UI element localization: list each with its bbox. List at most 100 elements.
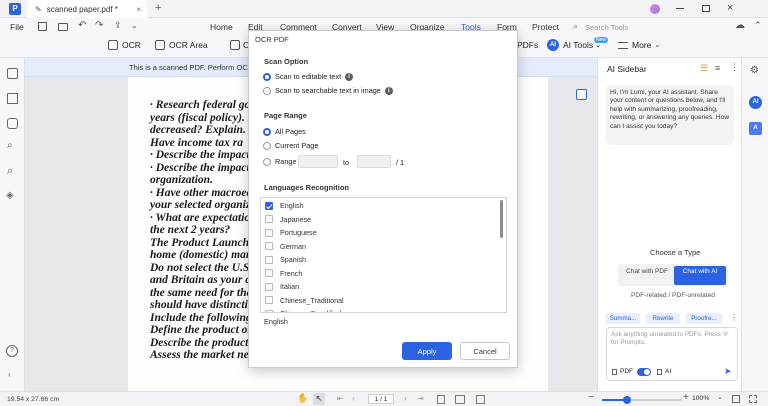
next-page-icon[interactable]: › xyxy=(404,394,407,403)
menu-home[interactable]: Home xyxy=(210,22,233,32)
zoom-in-icon[interactable]: + xyxy=(683,392,689,403)
language-item[interactable]: Japanese xyxy=(265,213,344,227)
close-window-icon[interactable]: × xyxy=(727,2,733,14)
language-checkbox[interactable] xyxy=(265,309,273,312)
menu-protect[interactable]: Protect xyxy=(532,22,559,32)
first-page-icon[interactable]: ⇤ xyxy=(337,394,344,403)
current-page-radio[interactable]: Current Page xyxy=(263,141,318,150)
pdf-ai-toggle[interactable] xyxy=(637,368,651,376)
language-checkbox[interactable] xyxy=(265,282,273,291)
info-icon[interactable]: i xyxy=(345,72,354,81)
cancel-button[interactable]: Cancel xyxy=(460,342,510,360)
search-icon[interactable]: ⌕ xyxy=(7,165,13,178)
sidebar-settings-icon[interactable]: ⋮ xyxy=(730,62,739,73)
send-icon[interactable]: ➤ xyxy=(724,366,732,377)
prompt-chip-proofread[interactable]: Proofre... xyxy=(686,313,722,324)
bookmark-icon[interactable] xyxy=(7,93,18,104)
search-tools-input[interactable]: Search Tools xyxy=(585,23,628,32)
fit-width-icon[interactable] xyxy=(732,395,740,403)
language-checkbox[interactable] xyxy=(265,269,273,278)
language-checkbox[interactable] xyxy=(265,228,273,237)
new-tab-icon[interactable]: + xyxy=(155,2,161,14)
ai-tools-icon: AI xyxy=(547,39,559,51)
more-button[interactable]: More ⌄ xyxy=(618,40,660,50)
page-layout-icon[interactable] xyxy=(476,395,485,404)
scan-searchable-radio[interactable]: Scan to searchable text in image i xyxy=(263,86,393,95)
zoom-slider[interactable] xyxy=(602,396,682,404)
minimize-icon[interactable] xyxy=(676,8,684,9)
fit-page-icon[interactable] xyxy=(437,395,445,404)
list-scrollbar[interactable] xyxy=(500,200,503,238)
file-menu[interactable]: File xyxy=(10,22,24,32)
two-page-icon[interactable] xyxy=(455,395,465,404)
zoom-level-select[interactable]: 100% xyxy=(692,395,709,402)
collapse-ribbon-icon[interactable]: ⌃ xyxy=(754,20,762,31)
apply-button[interactable]: Apply xyxy=(402,342,452,360)
thumbnails-icon[interactable] xyxy=(7,68,18,79)
history-icon[interactable]: ☰ xyxy=(700,63,708,74)
undo-icon[interactable]: ↶ xyxy=(78,20,86,31)
language-item[interactable]: German xyxy=(265,240,344,254)
language-checkbox[interactable] xyxy=(265,255,273,264)
language-checkbox[interactable] xyxy=(265,296,273,305)
page-number-field[interactable]: 1 / 1 xyxy=(368,394,394,404)
prompt-chip-summarize[interactable]: Summa... xyxy=(606,313,640,324)
language-item[interactable]: Spanish xyxy=(265,253,344,267)
help-icon[interactable]: ? xyxy=(6,345,18,357)
dropdown-chevron-icon[interactable]: ⌄ xyxy=(131,21,138,30)
ai-assistant-icon[interactable]: AI xyxy=(749,96,762,109)
properties-icon[interactable]: ⚙ xyxy=(750,65,759,76)
zoom-out-icon[interactable]: − xyxy=(588,392,594,403)
language-item[interactable]: Portuguese xyxy=(265,226,344,240)
chat-with-pdf-button[interactable]: Chat with PDF xyxy=(622,266,672,285)
ocr-button[interactable]: OCR xyxy=(108,40,141,50)
maximize-icon[interactable] xyxy=(702,5,710,12)
language-item[interactable]: Chinese_Traditional xyxy=(265,294,344,308)
document-tab[interactable]: ✎ scanned paper.pdf * × xyxy=(27,0,147,18)
prompt-chip-rewrite[interactable]: Rewrite xyxy=(646,313,680,324)
hand-tool-icon[interactable]: ✋ xyxy=(297,393,308,404)
all-pages-radio[interactable]: All Pages xyxy=(263,127,306,136)
language-list[interactable]: English Japanese Portuguese German Spanish Fr… xyxy=(260,197,507,313)
collapse-left-icon[interactable]: ‹ xyxy=(8,370,11,379)
scan-editable-radio[interactable]: Scan to editable text i xyxy=(263,72,354,81)
pdfs-button[interactable]: PDFs xyxy=(517,40,538,50)
language-item[interactable]: French xyxy=(265,267,344,281)
cloud-upload-icon[interactable]: ☁ xyxy=(735,20,745,31)
ai-tools-button[interactable]: AI AI Tools ⌄ xyxy=(547,39,601,51)
compare-button[interactable]: C xyxy=(230,40,249,50)
chat-input-box[interactable]: Ask anything unrelated to PDFs. Press '#… xyxy=(606,327,738,381)
select-tool-icon[interactable]: ↖ xyxy=(313,393,325,405)
mode-caption: PDF-related / PDF-unrelated xyxy=(631,292,715,299)
info-icon[interactable]: i xyxy=(384,86,393,95)
range-end-input[interactable] xyxy=(357,155,391,168)
translate-icon[interactable]: A xyxy=(749,122,762,135)
sidebar-menu-icon[interactable]: ≡ xyxy=(715,63,720,73)
ocr-float-icon[interactable] xyxy=(576,89,587,100)
range-start-input[interactable] xyxy=(298,155,338,168)
redo-icon[interactable]: ↷ xyxy=(95,20,103,31)
language-item[interactable]: Italian xyxy=(265,280,344,294)
language-checkbox[interactable] xyxy=(265,242,273,251)
ocr-area-button[interactable]: OCR Area xyxy=(155,40,208,50)
language-item[interactable]: English xyxy=(265,199,344,213)
fullscreen-icon[interactable] xyxy=(749,395,757,403)
layers-icon[interactable]: ◈ xyxy=(6,190,14,201)
range-radio[interactable]: Range xyxy=(263,157,297,166)
language-checkbox[interactable] xyxy=(265,201,273,210)
language-item[interactable]: Chinese_Simplified xyxy=(265,307,344,312)
attachment-icon[interactable]: ⌕ xyxy=(7,140,13,151)
avatar[interactable] xyxy=(650,4,660,14)
language-checkbox[interactable] xyxy=(265,215,273,224)
prev-page-icon[interactable]: ‹ xyxy=(352,394,355,403)
share-icon[interactable]: ⇪ xyxy=(114,20,122,31)
chips-more-icon[interactable]: ⋮ xyxy=(730,313,738,322)
save-icon[interactable] xyxy=(38,22,47,31)
chevron-down-icon[interactable]: ⌄ xyxy=(717,393,723,401)
comment-icon[interactable] xyxy=(7,118,18,129)
tab-close-icon[interactable]: × xyxy=(136,5,141,14)
last-page-icon[interactable]: ⇥ xyxy=(417,394,424,403)
zoom-slider-thumb[interactable] xyxy=(623,396,631,404)
chat-with-ai-button[interactable]: Chat with AI xyxy=(674,266,726,285)
print-icon[interactable] xyxy=(58,23,68,31)
